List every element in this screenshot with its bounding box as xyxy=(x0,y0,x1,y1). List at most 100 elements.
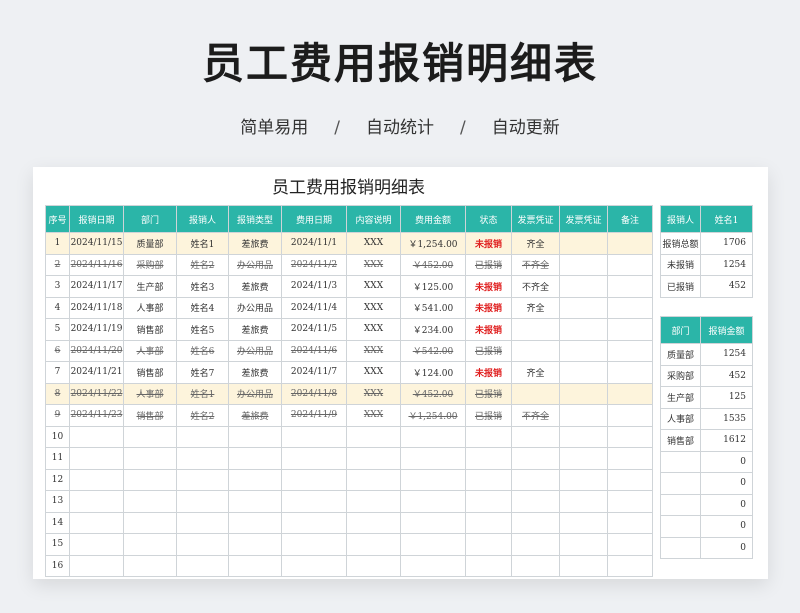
row-number[interactable]: 1 xyxy=(45,232,70,255)
note-cell[interactable] xyxy=(607,468,653,491)
summary-label-cell[interactable] xyxy=(660,472,701,495)
row-number[interactable]: 3 xyxy=(45,275,70,298)
invoice-cell-2[interactable] xyxy=(559,253,608,276)
invoice-cell[interactable]: 齐全 xyxy=(511,361,560,384)
summary-value-cell[interactable]: 0 xyxy=(700,472,753,495)
row-number[interactable]: 9 xyxy=(45,404,70,427)
note-cell[interactable] xyxy=(607,318,653,341)
invoice-cell-2[interactable] xyxy=(559,275,608,298)
expense-date-cell[interactable] xyxy=(281,554,347,577)
expense-date-cell[interactable]: 2024/11/9 xyxy=(281,404,347,427)
expense-type-cell[interactable] xyxy=(228,533,282,556)
reimburse-date-cell[interactable]: 2024/11/23 xyxy=(69,404,124,427)
note-cell[interactable] xyxy=(607,232,653,255)
expense-type-cell[interactable]: 差旅费 xyxy=(228,275,282,298)
expense-date-cell[interactable]: 2024/11/3 xyxy=(281,275,347,298)
person-cell[interactable]: 姓名5 xyxy=(176,318,229,341)
summary-value-cell[interactable]: 1254 xyxy=(700,253,753,276)
reimburse-date-cell[interactable] xyxy=(69,468,124,491)
person-cell[interactable] xyxy=(176,490,229,513)
department-cell[interactable]: 采购部 xyxy=(123,253,177,276)
department-cell[interactable]: 销售部 xyxy=(123,404,177,427)
summary-value-cell[interactable]: 0 xyxy=(700,450,753,473)
invoice-cell[interactable] xyxy=(511,554,560,577)
expense-date-cell[interactable] xyxy=(281,511,347,534)
department-cell[interactable]: 生产部 xyxy=(123,275,177,298)
description-cell[interactable] xyxy=(346,511,401,534)
summary-value-cell[interactable]: 452 xyxy=(700,364,753,387)
department-cell[interactable]: 人事部 xyxy=(123,382,177,405)
status-cell[interactable]: 已报销 xyxy=(465,382,512,405)
expense-date-cell[interactable]: 2024/11/1 xyxy=(281,232,347,255)
reimburse-date-cell[interactable]: 2024/11/15 xyxy=(69,232,124,255)
amount-cell[interactable]: ￥452.00 xyxy=(400,253,466,276)
expense-type-cell[interactable]: 办公用品 xyxy=(228,382,282,405)
expense-date-cell[interactable]: 2024/11/6 xyxy=(281,339,347,362)
reimburse-date-cell[interactable]: 2024/11/19 xyxy=(69,318,124,341)
expense-date-cell[interactable] xyxy=(281,490,347,513)
summary-label-cell[interactable]: 报销总额 xyxy=(660,232,701,255)
invoice-cell-2[interactable] xyxy=(559,554,608,577)
row-number[interactable]: 6 xyxy=(45,339,70,362)
note-cell[interactable] xyxy=(607,296,653,319)
amount-cell[interactable] xyxy=(400,468,466,491)
amount-cell[interactable]: ￥452.00 xyxy=(400,382,466,405)
description-cell[interactable]: XXX xyxy=(346,275,401,298)
invoice-cell[interactable] xyxy=(511,425,560,448)
reimburse-date-cell[interactable]: 2024/11/17 xyxy=(69,275,124,298)
row-number[interactable]: 14 xyxy=(45,511,70,534)
amount-cell[interactable] xyxy=(400,425,466,448)
person-cell[interactable]: 姓名7 xyxy=(176,361,229,384)
description-cell[interactable]: XXX xyxy=(346,339,401,362)
person-cell[interactable]: 姓名1 xyxy=(176,232,229,255)
status-cell[interactable]: 未报销 xyxy=(465,232,512,255)
row-number[interactable]: 15 xyxy=(45,533,70,556)
status-cell[interactable]: 未报销 xyxy=(465,296,512,319)
expense-type-cell[interactable] xyxy=(228,490,282,513)
expense-date-cell[interactable]: 2024/11/5 xyxy=(281,318,347,341)
status-cell[interactable]: 未报销 xyxy=(465,318,512,341)
note-cell[interactable] xyxy=(607,554,653,577)
invoice-cell-2[interactable] xyxy=(559,339,608,362)
description-cell[interactable]: XXX xyxy=(346,382,401,405)
person-cell[interactable] xyxy=(176,511,229,534)
department-cell[interactable]: 人事部 xyxy=(123,296,177,319)
expense-type-cell[interactable] xyxy=(228,554,282,577)
reimburse-date-cell[interactable] xyxy=(69,447,124,470)
expense-type-cell[interactable]: 办公用品 xyxy=(228,253,282,276)
department-cell[interactable] xyxy=(123,425,177,448)
amount-cell[interactable] xyxy=(400,554,466,577)
description-cell[interactable] xyxy=(346,425,401,448)
expense-date-cell[interactable]: 2024/11/7 xyxy=(281,361,347,384)
expense-date-cell[interactable] xyxy=(281,533,347,556)
summary-value-cell[interactable]: 125 xyxy=(700,386,753,409)
person-cell[interactable] xyxy=(176,533,229,556)
description-cell[interactable]: XXX xyxy=(346,296,401,319)
invoice-cell[interactable] xyxy=(511,318,560,341)
department-cell[interactable] xyxy=(123,554,177,577)
department-cell[interactable]: 人事部 xyxy=(123,339,177,362)
summary-value-cell[interactable]: 0 xyxy=(700,515,753,538)
invoice-cell-2[interactable] xyxy=(559,404,608,427)
expense-type-cell[interactable]: 办公用品 xyxy=(228,339,282,362)
note-cell[interactable] xyxy=(607,361,653,384)
reimburse-date-cell[interactable]: 2024/11/18 xyxy=(69,296,124,319)
expense-type-cell[interactable]: 差旅费 xyxy=(228,318,282,341)
person-cell[interactable]: 姓名1 xyxy=(176,382,229,405)
status-cell[interactable]: 已报销 xyxy=(465,404,512,427)
summary-label-cell[interactable]: 生产部 xyxy=(660,386,701,409)
summary-value-cell[interactable]: 0 xyxy=(700,536,753,559)
description-cell[interactable]: XXX xyxy=(346,404,401,427)
status-cell[interactable] xyxy=(465,468,512,491)
note-cell[interactable] xyxy=(607,511,653,534)
expense-type-cell[interactable] xyxy=(228,511,282,534)
invoice-cell-2[interactable] xyxy=(559,533,608,556)
expense-type-cell[interactable]: 差旅费 xyxy=(228,404,282,427)
invoice-cell-2[interactable] xyxy=(559,232,608,255)
expense-type-cell[interactable] xyxy=(228,447,282,470)
invoice-cell[interactable] xyxy=(511,533,560,556)
row-number[interactable]: 5 xyxy=(45,318,70,341)
summary-label-cell[interactable] xyxy=(660,493,701,516)
note-cell[interactable] xyxy=(607,404,653,427)
invoice-cell-2[interactable] xyxy=(559,318,608,341)
